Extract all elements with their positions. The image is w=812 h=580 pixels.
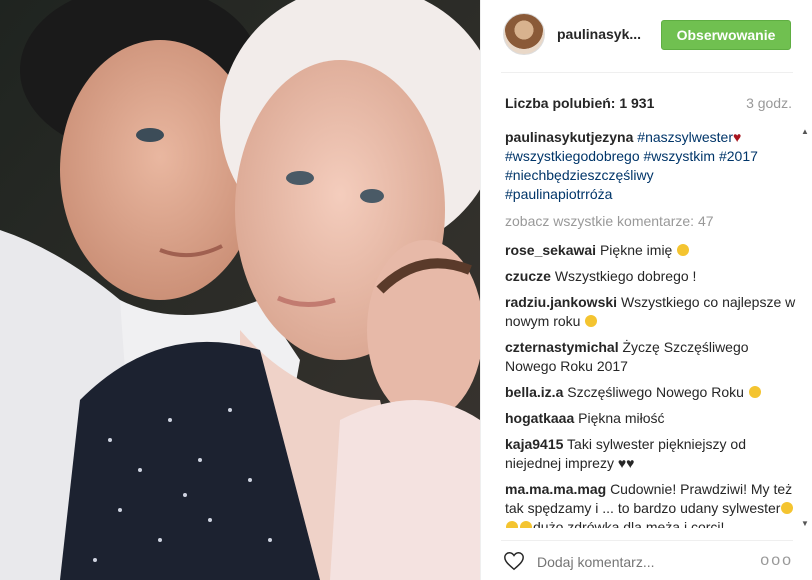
- comment-text: Wszystkiego dobrego !: [554, 268, 697, 284]
- comment-username[interactable]: bella.iz.a: [505, 384, 563, 400]
- post-username[interactable]: paulinasyk...: [557, 26, 641, 42]
- comment-username[interactable]: hogatkaaa: [505, 410, 574, 426]
- hashtag[interactable]: #naszsylwester: [637, 129, 733, 145]
- view-all-comments[interactable]: zobacz wszystkie komentarze: 47: [505, 212, 797, 231]
- comment-text: dużo zdrówka dla męża i corci!: [533, 519, 725, 528]
- comment-item: kaja9415 Taki sylwester piękniejszy od n…: [505, 435, 797, 473]
- post-time[interactable]: 3 godz.: [746, 95, 792, 111]
- comment-item: czternastymichal Życzę Szczęśliwego Nowe…: [505, 338, 797, 376]
- post-panel: paulinasyk... Obserwowanie Liczba polubi…: [480, 0, 812, 580]
- caption: paulinasykutjezyna #naszsylwester♥ #wszy…: [505, 128, 797, 204]
- caption-username[interactable]: paulinasykutjezyna: [505, 129, 633, 145]
- post-header: paulinasyk... Obserwowanie: [481, 0, 812, 70]
- scroll-down-arrow-icon[interactable]: ▼: [801, 520, 809, 528]
- follow-button[interactable]: Obserwowanie: [661, 20, 791, 50]
- hashtag[interactable]: #niechbędzieszczęśliwy: [505, 167, 654, 183]
- surprised-emoji-icon: [748, 386, 761, 398]
- post-photo[interactable]: [0, 0, 480, 580]
- comment-item: bella.iz.a Szczęśliwego Nowego Roku: [505, 383, 797, 402]
- comment-username[interactable]: radziu.jankowski: [505, 294, 617, 310]
- smile-emoji-icon: [677, 244, 690, 256]
- kiss-emoji-icon: [520, 521, 532, 528]
- smile-emoji-icon: [585, 315, 598, 327]
- comment-username[interactable]: rose_sekawai: [505, 242, 596, 258]
- comment-username[interactable]: czucze: [505, 268, 551, 284]
- comments-scrollbar[interactable]: ▲ ▼: [801, 128, 809, 528]
- comment-item: radziu.jankowski Wszystkiego co najlepsz…: [505, 293, 797, 331]
- heart-icon[interactable]: [503, 550, 525, 572]
- scroll-up-arrow-icon[interactable]: ▲: [801, 128, 809, 136]
- comment-text: Szczęśliwego Nowego Roku: [567, 384, 744, 400]
- divider: [501, 72, 793, 73]
- hashtag[interactable]: #wszystkiegodobrego #wszystkim #2017: [505, 148, 758, 164]
- hashtag[interactable]: #paulinapiotrróża: [505, 186, 612, 202]
- more-options-icon[interactable]: ooo: [760, 552, 793, 570]
- comment-item: hogatkaaa Piękna miłość: [505, 409, 797, 428]
- avatar[interactable]: [503, 13, 545, 55]
- comment-text: Piękne imię: [599, 242, 673, 258]
- comment-username[interactable]: kaja9415: [505, 436, 563, 452]
- post-footer: ooo: [481, 542, 812, 580]
- add-comment-input[interactable]: [537, 554, 757, 570]
- divider: [501, 540, 793, 541]
- comment-username[interactable]: czternastymichal: [505, 339, 619, 355]
- heart-emoji-icon: ♥: [732, 129, 742, 145]
- like-count[interactable]: Liczba polubień: 1 931: [505, 95, 654, 111]
- comment-item: czucze Wszystkiego dobrego !: [505, 267, 797, 286]
- comment-item: ma.ma.ma.mag Cudownie! Prawdziwi! My też…: [505, 480, 797, 528]
- comment-text: Piękna miłość: [578, 410, 665, 426]
- kiss-emoji-icon: [781, 502, 794, 514]
- kiss-emoji-icon: [506, 521, 518, 528]
- comment-item: rose_sekawai Piękne imię: [505, 241, 797, 260]
- comment-username[interactable]: ma.ma.ma.mag: [505, 481, 606, 497]
- black-heart-emoji-icon: ♥♥: [617, 455, 635, 471]
- comment-list: paulinasykutjezyna #naszsylwester♥ #wszy…: [505, 128, 797, 528]
